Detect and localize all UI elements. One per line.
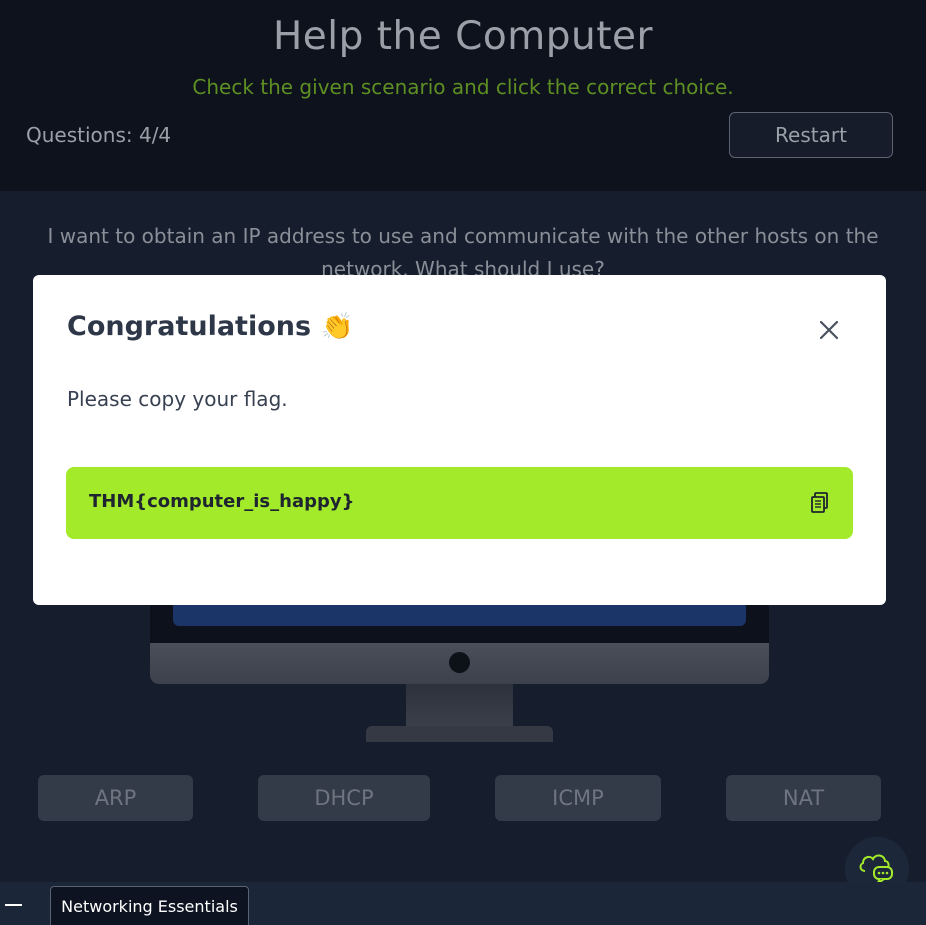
restart-button[interactable]: Restart [729, 112, 893, 158]
modal-title: Congratulations 👏 [67, 311, 353, 342]
clapping-hands-icon: 👏 [321, 311, 354, 342]
choice-arp[interactable]: ARP [38, 775, 193, 821]
choice-dhcp[interactable]: DHCP [258, 775, 430, 821]
copy-icon[interactable] [809, 491, 831, 515]
monitor-button [449, 652, 470, 673]
page-subtitle: Check the given scenario and click the c… [192, 75, 734, 99]
minimize-icon[interactable] [5, 904, 22, 906]
flag-box: THM{computer_is_happy} [66, 467, 853, 539]
question-counter: Questions: 4/4 [26, 123, 172, 147]
modal-message: Please copy your flag. [67, 387, 288, 411]
flag-text: THM{computer_is_happy} [89, 491, 355, 512]
congratulations-modal: Congratulations 👏 Please copy your flag.… [33, 275, 886, 605]
modal-title-text: Congratulations [67, 311, 312, 342]
monitor-stand [406, 684, 513, 726]
header: Help the Computer Check the given scenar… [0, 0, 926, 191]
choice-icmp[interactable]: ICMP [495, 775, 661, 821]
close-icon[interactable] [816, 317, 842, 343]
monitor-base [366, 726, 553, 742]
page-title: Help the Computer [272, 14, 654, 59]
taskbar-tab-networking-essentials[interactable]: Networking Essentials [50, 886, 249, 925]
choice-nat[interactable]: NAT [726, 775, 881, 821]
